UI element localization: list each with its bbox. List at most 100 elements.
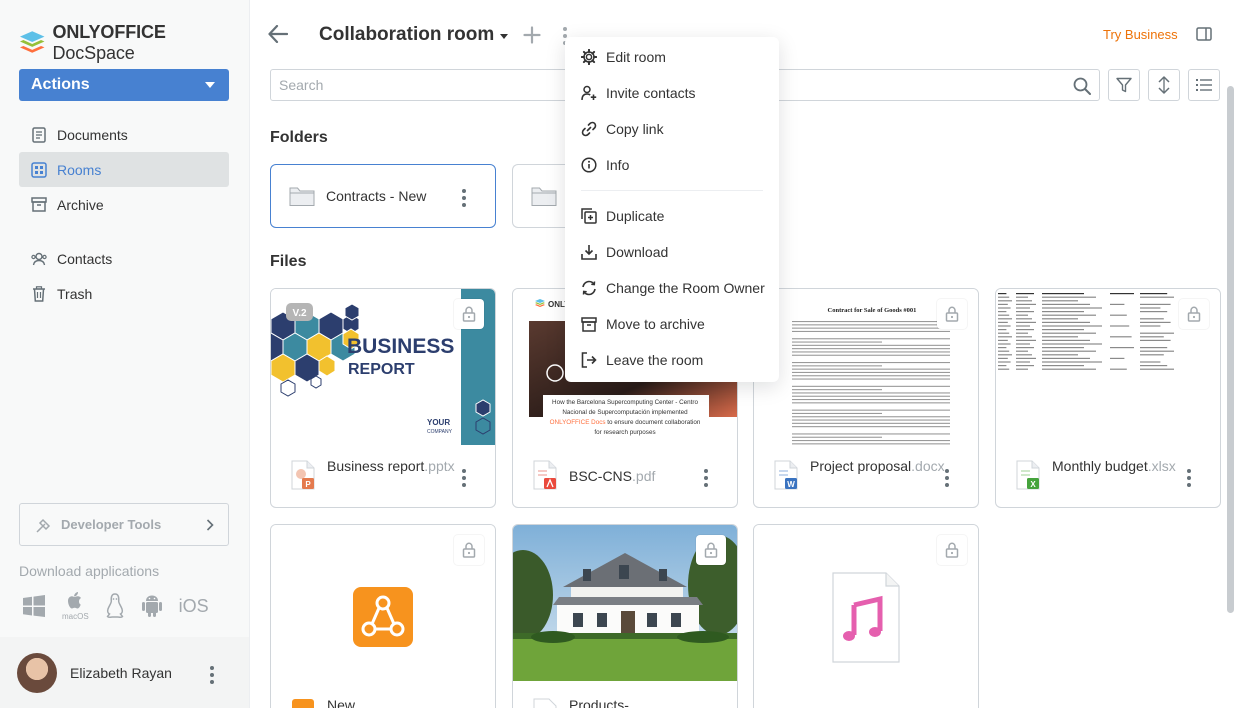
sheet-cell-line [998, 350, 1010, 352]
windows-icon[interactable] [22, 594, 46, 618]
menu-separator [581, 190, 763, 191]
file-more-icon[interactable] [1184, 469, 1194, 487]
sheet-cell-line [998, 332, 1010, 334]
menu-item-download[interactable]: Download [565, 234, 779, 270]
sheet-cell-line [1016, 300, 1032, 302]
menu-item-invite-contacts[interactable]: Invite contacts [565, 75, 779, 111]
sort-button[interactable] [1148, 69, 1180, 101]
doc-text-line [792, 440, 950, 442]
sheet-cell-line [1016, 347, 1034, 349]
menu-item-move-to-archive[interactable]: Move to archive [565, 306, 779, 342]
sheet-cell-line [998, 325, 1011, 327]
add-icon[interactable] [523, 26, 541, 44]
try-business-link[interactable]: Try Business [1103, 27, 1178, 42]
sidebar-item-documents[interactable]: Documents [19, 117, 229, 152]
sheet-cell-line [1016, 307, 1030, 309]
menu-item-duplicate[interactable]: Duplicate [565, 198, 779, 234]
doc-text-line [792, 426, 950, 428]
leave-icon [581, 352, 597, 368]
sidebar-item-rooms[interactable]: Rooms [19, 152, 229, 187]
doc-text-line [792, 351, 950, 353]
menu-item-leave-room[interactable]: Leave the room [565, 342, 779, 378]
sheet-cell-line [1016, 350, 1028, 352]
menu-item-edit-room[interactable]: Edit room [565, 39, 779, 75]
filter-button[interactable] [1108, 69, 1140, 101]
doc-text-line [792, 399, 950, 401]
user-profile[interactable]: Elizabeth Rayan [0, 637, 249, 708]
doc-text-line [792, 321, 950, 323]
file-card-monthly-budget[interactable]: X Monthly budget.xlsx [995, 288, 1221, 508]
gear-icon [581, 49, 597, 65]
sheet-cell-line [1140, 350, 1174, 352]
search-icon[interactable] [1073, 77, 1091, 95]
sheet-cell-line [1042, 329, 1084, 331]
file-card-audio[interactable] [753, 524, 979, 708]
actions-button[interactable]: Actions [19, 69, 229, 101]
sidebar-item-archive[interactable]: Archive [19, 187, 229, 222]
android-icon[interactable] [141, 594, 163, 618]
sidebar-item-label: Rooms [57, 161, 102, 178]
room-title[interactable]: Collaboration room [319, 24, 509, 46]
doc-text-line [792, 368, 950, 370]
scrollbar-thumb[interactable] [1227, 86, 1234, 613]
link-icon [581, 121, 597, 137]
file-card-business-report[interactable]: V.2 BUSINESS REPORT YOUR COMPANY P Busin… [270, 288, 496, 508]
file-more-icon[interactable] [701, 469, 711, 487]
sheet-cell-line [1042, 354, 1078, 356]
sheet-cell-line [1016, 368, 1028, 370]
file-card-project-proposal[interactable]: Contract for Sale of Goods #001 W Projec… [753, 288, 979, 508]
doc-text-line [792, 412, 882, 414]
sheet-cell-line [998, 357, 1008, 359]
sidebar-item-contacts[interactable]: Contacts [19, 241, 229, 276]
app-logo[interactable]: ONLYOFFICE DocSpace [19, 22, 249, 64]
file-card-new[interactable]: New [270, 524, 496, 708]
logo-product: DocSpace [52, 43, 135, 63]
lock-icon[interactable] [937, 535, 967, 565]
file-extension: .xlsx [1147, 458, 1176, 474]
lock-icon[interactable] [937, 299, 967, 329]
folder-card[interactable] [512, 164, 572, 228]
view-toggle-button[interactable] [1188, 69, 1220, 101]
file-extension: .pptx [424, 458, 455, 474]
sheet-cell-line [1140, 303, 1171, 305]
sheet-cell-line [1016, 339, 1036, 341]
file-more-icon[interactable] [942, 469, 952, 487]
sheet-cell-line [1016, 329, 1034, 331]
sheet-cell-line [1016, 296, 1028, 298]
file-more-icon[interactable] [459, 469, 469, 487]
avatar[interactable] [17, 652, 57, 693]
doc-text-line [792, 395, 950, 397]
menu-item-change-room-owner[interactable]: Change the Room Owner [565, 270, 779, 306]
file-card-products[interactable]: Products- [512, 524, 738, 708]
lock-icon[interactable] [454, 535, 484, 565]
thumb-caption-accent: ONLYOFFICE Docs [550, 419, 606, 426]
developer-tools-button[interactable]: Developer Tools [19, 503, 229, 546]
macos-app-link[interactable]: macOS [62, 591, 89, 621]
back-arrow-icon[interactable] [268, 25, 288, 43]
profile-more-icon[interactable] [207, 666, 217, 684]
doc-text-line [792, 330, 950, 332]
doc-text-line [792, 338, 950, 340]
menu-item-copy-link[interactable]: Copy link [565, 111, 779, 147]
linux-icon[interactable] [105, 593, 125, 619]
lock-icon[interactable] [454, 299, 484, 329]
menu-item-label: Copy link [606, 121, 664, 137]
info-panel-toggle-icon[interactable] [1196, 27, 1212, 41]
menu-item-info[interactable]: Info [565, 147, 779, 183]
lock-icon[interactable] [696, 535, 726, 565]
file-footer: New [271, 682, 495, 708]
file-footer: BSC-CNS.pdf [513, 446, 737, 506]
actions-label: Actions [31, 76, 90, 93]
sheet-cell-line [1140, 296, 1174, 298]
lock-icon[interactable] [1179, 299, 1209, 329]
folder-more-icon[interactable] [459, 189, 469, 207]
doc-text-line [792, 389, 882, 391]
sidebar-item-trash[interactable]: Trash [19, 276, 229, 311]
doc-text-line [792, 348, 950, 350]
sheet-cell-line [1140, 332, 1174, 334]
sheet-cell-line [1042, 357, 1090, 359]
ios-app-link[interactable]: iOS [179, 596, 209, 617]
folder-icon [289, 187, 315, 206]
change-owner-icon [581, 280, 597, 296]
folder-card[interactable]: Contracts - New [270, 164, 496, 228]
